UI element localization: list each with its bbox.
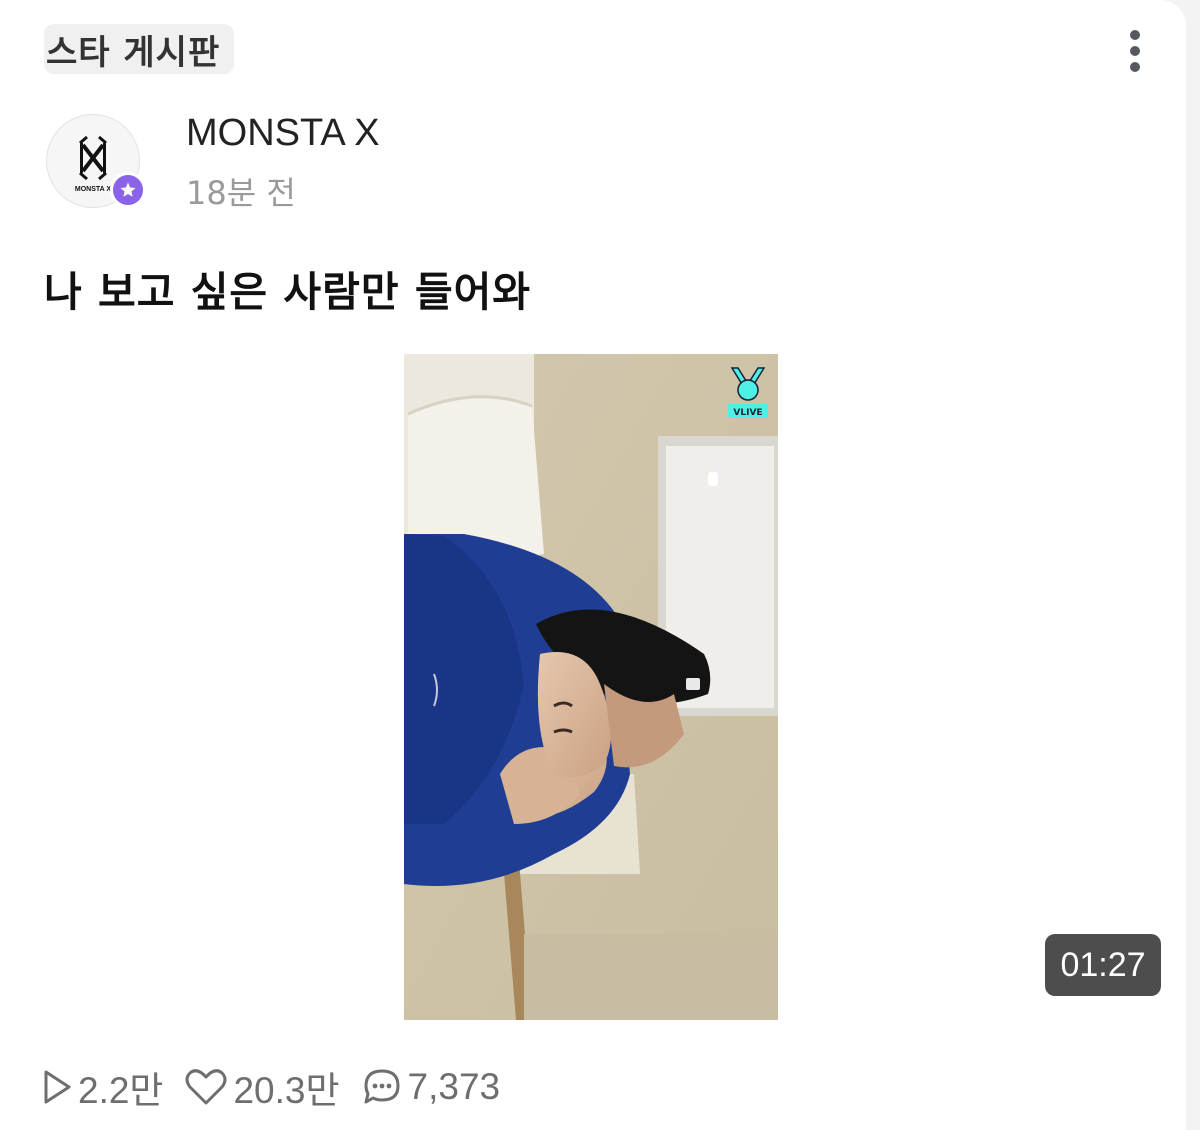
vlive-badge: VLIVE <box>728 367 768 418</box>
video-thumbnail[interactable]: VLIVE <box>404 354 778 1020</box>
like-count[interactable]: 20.3만 <box>185 1060 340 1114</box>
heart-icon[interactable] <box>185 1068 227 1106</box>
video-duration: 01:27 <box>1045 934 1161 996</box>
like-count-label: 20.3만 <box>233 1070 340 1111</box>
post-card: 스타 게시판 MONSTA X MONSTA X 18분 전 나 보고 싶은 사… <box>0 0 1186 1130</box>
more-options-icon[interactable] <box>1124 30 1146 72</box>
comment-count-label: 7,373 <box>407 1066 501 1107</box>
svg-text:MONSTA X: MONSTA X <box>75 186 111 193</box>
post-time: 18분 전 <box>186 174 296 212</box>
post-stats: 2.2만 20.3만 7,373 <box>42 1062 500 1112</box>
play-icon <box>44 1070 71 1104</box>
post-title[interactable]: 나 보고 싶은 사람만 들어와 <box>44 258 531 318</box>
comment-icon[interactable] <box>362 1067 402 1107</box>
video-frame-image <box>404 354 778 1020</box>
board-label: 스타 게시판 <box>46 33 221 73</box>
comment-count[interactable]: 7,373 <box>362 1066 501 1108</box>
play-count: 2.2만 <box>42 1060 163 1114</box>
author-name[interactable]: MONSTA X <box>186 112 380 155</box>
play-count-label: 2.2만 <box>78 1070 164 1111</box>
verified-star-icon <box>110 172 146 208</box>
svg-text:VLIVE: VLIVE <box>733 408 762 418</box>
